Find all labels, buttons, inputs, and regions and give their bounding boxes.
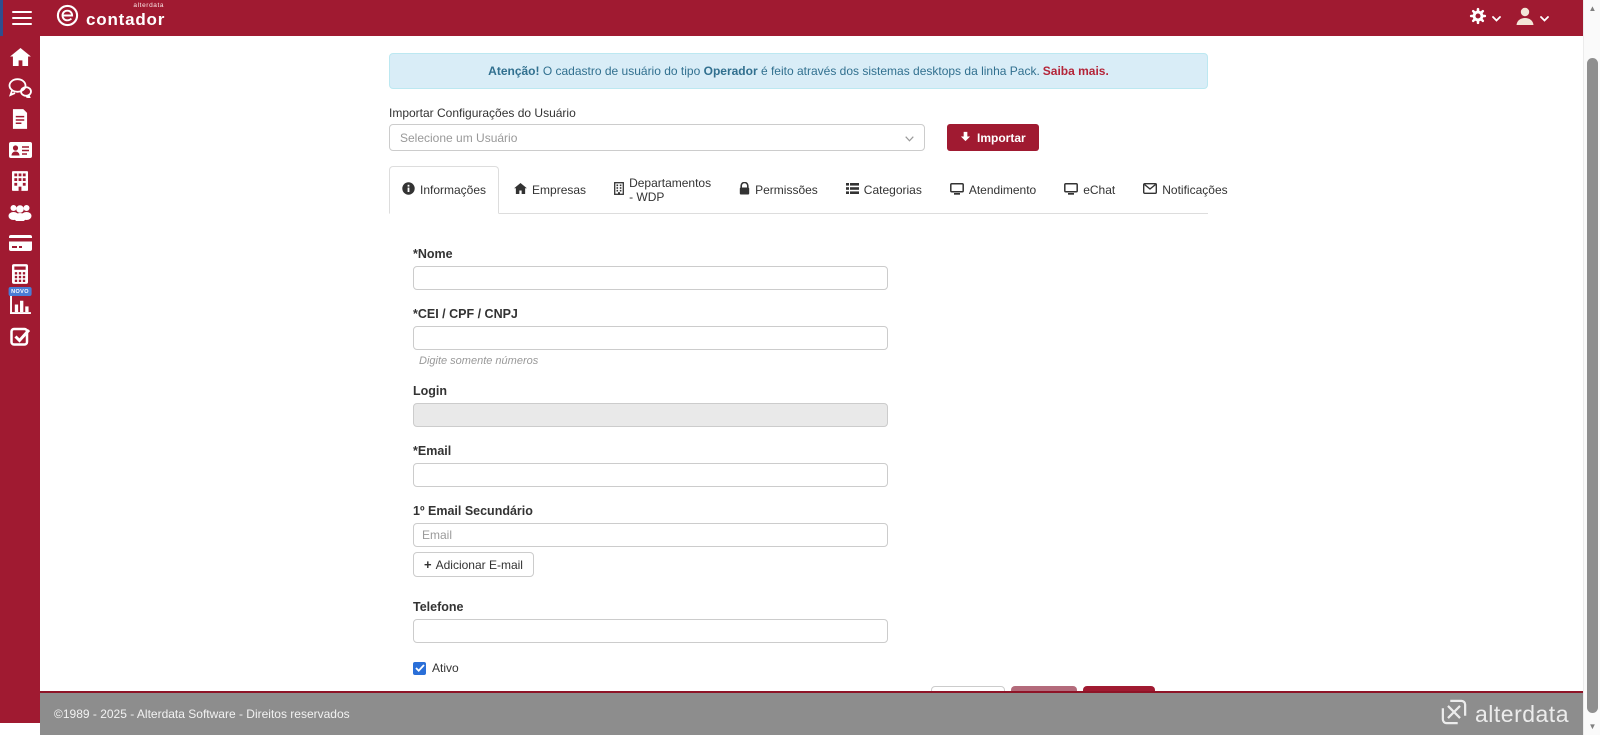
tab-echat[interactable]: eChat <box>1051 166 1128 214</box>
tab-notificacoes[interactable]: Notificações <box>1130 166 1240 214</box>
calculator-icon <box>12 264 28 289</box>
desktop-icon <box>1064 182 1079 198</box>
telefone-input[interactable] <box>413 619 888 643</box>
brand-name-label: contador <box>86 10 166 29</box>
chat-icon <box>8 78 32 103</box>
tab-permissoes[interactable]: Permissões <box>726 166 831 214</box>
user-form: *Nome *CEI / CPF / CNPJ Digite somente n… <box>389 247 1208 675</box>
sidebar-item-reports[interactable] <box>0 292 40 323</box>
saiba-mais-link[interactable]: Saiba mais. <box>1043 64 1109 78</box>
scroll-up-arrow[interactable]: ▲ <box>1584 4 1600 13</box>
home-icon <box>9 48 31 71</box>
ativo-label: Ativo <box>432 661 459 675</box>
scrollbar-thumb[interactable] <box>1587 58 1598 713</box>
vertical-scrollbar[interactable]: ▲ ▼ <box>1583 0 1600 735</box>
sidebar-item-home[interactable] <box>0 44 40 75</box>
sidebar: NOVO <box>0 36 40 723</box>
envelope-icon <box>1143 182 1158 197</box>
id-card-icon <box>8 142 32 163</box>
building-icon <box>614 182 625 198</box>
user-select[interactable]: Selecione um Usuário <box>389 124 925 151</box>
info-alert: Atenção! O cadastro de usuário do tipo O… <box>389 53 1208 89</box>
edge-accent <box>0 0 3 36</box>
sidebar-item-calculator[interactable]: NOVO <box>0 261 40 296</box>
sidebar-item-companies[interactable] <box>0 168 40 199</box>
login-input <box>413 403 888 427</box>
chevron-down-icon <box>1492 9 1501 27</box>
cei-cpf-cnpj-input[interactable] <box>413 326 888 350</box>
alterdata-logo-text: alterdata <box>1474 700 1569 727</box>
tab-informacoes[interactable]: Informações <box>389 166 500 214</box>
brand-super-label: alterdata <box>133 2 165 9</box>
tab-categorias[interactable]: Categorias <box>833 166 935 214</box>
footer: ©1989 - 2025 - Alterdata Software - Dire… <box>40 691 1583 735</box>
login-label: Login <box>413 384 448 398</box>
novo-badge: NOVO <box>8 287 32 296</box>
home-icon <box>514 183 527 197</box>
alert-text-2: é feito através dos sistemas desktops da… <box>757 64 1040 78</box>
sidebar-item-tasks[interactable] <box>0 323 40 354</box>
sidebar-item-users[interactable] <box>0 199 40 230</box>
email-secundario-label: 1º Email Secundário <box>413 504 533 518</box>
building-icon <box>12 171 28 196</box>
email-label: *Email <box>413 444 452 458</box>
alterdata-footer-logo: alterdata <box>1441 699 1569 730</box>
bar-chart-icon <box>9 296 31 319</box>
sidebar-item-documents[interactable] <box>0 106 40 137</box>
tab-atendimento[interactable]: Atendimento <box>937 166 1049 214</box>
scroll-down-arrow[interactable]: ▼ <box>1584 722 1600 731</box>
lock-icon <box>739 181 750 198</box>
alterdata-logo-icon <box>1441 699 1467 730</box>
chevron-down-icon <box>1540 9 1549 27</box>
credit-card-icon <box>8 235 32 256</box>
check-icon <box>414 664 425 672</box>
alert-text-1: O cadastro de usuário do tipo <box>539 64 704 78</box>
tab-bar: Informações Empresas Departamentos - WDP <box>389 166 1228 214</box>
importar-button[interactable]: Importar <box>947 124 1039 151</box>
cei-help-text: Digite somente números <box>419 355 539 367</box>
settings-button[interactable] <box>1469 7 1501 30</box>
menu-button[interactable] <box>12 7 32 29</box>
info-icon <box>402 182 415 198</box>
user-select-placeholder: Selecione um Usuário <box>400 130 518 145</box>
sidebar-item-contacts[interactable] <box>0 137 40 168</box>
telefone-label: Telefone <box>413 600 464 614</box>
desktop-icon <box>949 182 964 198</box>
adicionar-email-button[interactable]: + Adicionar E-mail <box>413 552 534 577</box>
cei-cpf-cnpj-label: *CEI / CPF / CNPJ <box>413 307 518 321</box>
tab-departamentos-wdp[interactable]: Departamentos - WDP <box>601 166 724 214</box>
document-icon <box>12 109 28 134</box>
top-bar: alterdata contador <box>0 0 1583 36</box>
alert-bold-operator: Operador <box>703 64 758 78</box>
email-secundario-input[interactable] <box>413 523 888 547</box>
import-config-label: Importar Configurações do Usuário <box>389 106 576 120</box>
list-icon <box>845 183 859 197</box>
email-input[interactable] <box>413 463 888 487</box>
gear-icon <box>1469 7 1487 30</box>
ativo-checkbox[interactable] <box>413 661 426 675</box>
caret-down-icon <box>905 131 914 145</box>
alert-bold-attention: Atenção! <box>488 64 540 78</box>
copyright-text: ©1989 - 2025 - Alterdata Software - Dire… <box>54 707 350 721</box>
contador-logo-icon <box>56 4 79 32</box>
main-area: Atenção! O cadastro de usuário do tipo O… <box>40 36 1583 691</box>
sidebar-item-billing[interactable] <box>0 230 40 261</box>
sidebar-item-chats[interactable] <box>0 75 40 106</box>
arrow-down-icon <box>960 131 971 145</box>
nome-input[interactable] <box>413 266 888 290</box>
users-icon <box>8 203 32 226</box>
plus-icon: + <box>424 557 432 572</box>
check-square-icon <box>10 326 31 351</box>
user-icon <box>1515 6 1535 31</box>
tab-empresas[interactable]: Empresas <box>501 166 599 214</box>
account-button[interactable] <box>1515 6 1549 31</box>
nome-label: *Nome <box>413 247 453 261</box>
brand-logo[interactable]: alterdata contador <box>56 2 166 32</box>
